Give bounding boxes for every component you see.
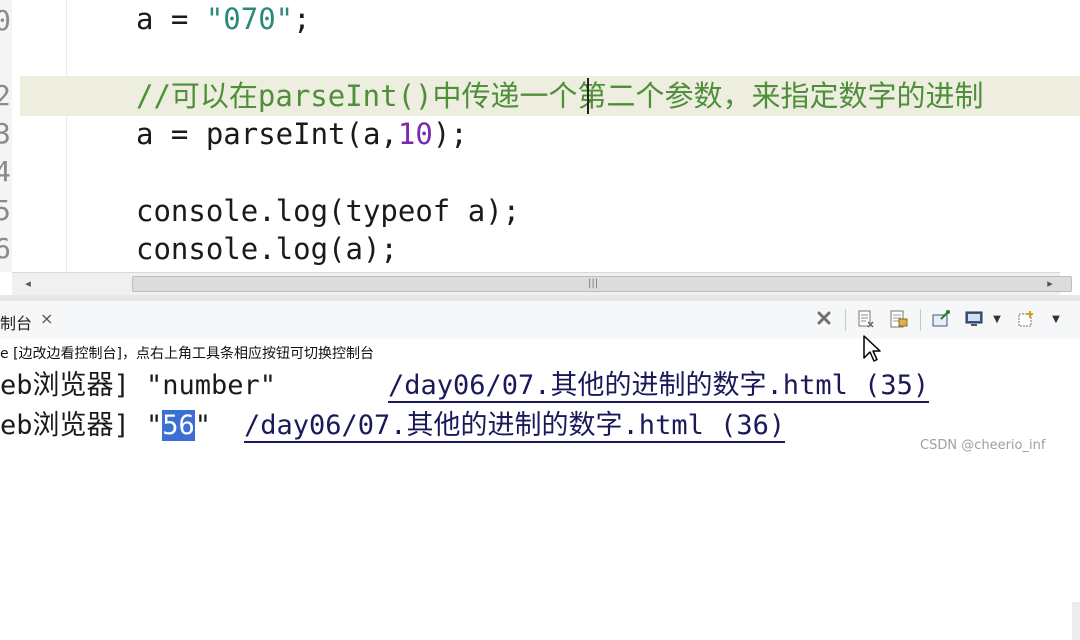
code-token: a = parseInt(a, <box>136 117 398 151</box>
editor-margin-line <box>66 0 67 272</box>
string-literal: "070" <box>205 2 294 36</box>
chevron-down-icon[interactable]: ▼ <box>986 309 1008 331</box>
code-token: ; <box>293 2 311 36</box>
toolbar-separator <box>920 309 921 331</box>
line-number: 5 <box>0 194 11 227</box>
selected-value[interactable]: 56 <box>162 410 195 441</box>
line-number: 0 <box>0 4 11 37</box>
scroll-left-arrow-icon[interactable]: ◂ <box>20 276 36 292</box>
source-link[interactable]: /day06/07.其他的进制的数字.html (36) <box>244 409 786 443</box>
page-icon[interactable] <box>855 309 877 331</box>
code-token: a = <box>136 2 206 36</box>
console-info-text: e [边改边看控制台]，点右上角工具条相应按钮可切换控制台 <box>0 346 374 362</box>
line-number: 4 <box>0 155 11 188</box>
monitor-icon[interactable] <box>963 309 985 331</box>
scrollbar-thumb[interactable]: ||| <box>132 276 1072 292</box>
code-line-log-value[interactable]: console.log(a); <box>136 230 398 268</box>
close-icon[interactable]: ⨯ <box>40 309 53 328</box>
console-info-row: e [边改边看控制台]，点右上角工具条相应按钮可切换控制台 <box>0 339 1080 365</box>
line-number: 3 <box>0 117 11 150</box>
toolbar-separator <box>845 309 846 331</box>
chevron-down-icon[interactable]: ▼ <box>1045 309 1067 331</box>
output-suffix: " <box>194 410 212 441</box>
line-number-gutter: 0 2 3 4 5 6 <box>0 0 12 272</box>
output-prefix: eb浏览器] " <box>0 410 163 441</box>
source-link[interactable]: /day06/07.其他的进制的数字.html (35) <box>388 369 930 403</box>
line-number: 2 <box>0 79 11 112</box>
number-literal: 10 <box>397 117 433 151</box>
pin-icon[interactable] <box>930 309 952 331</box>
console-tab-label[interactable]: 制台 <box>0 310 32 334</box>
horizontal-scrollbar[interactable]: ◂ ||| ▸ <box>12 272 1072 295</box>
console-output-line: eb浏览器] "56" <box>0 409 211 443</box>
mouse-cursor-icon <box>863 335 881 362</box>
code-line-log-typeof[interactable]: console.log(typeof a); <box>136 192 520 230</box>
code-token: ); <box>432 117 468 151</box>
lock-icon[interactable] <box>888 309 910 331</box>
console-output-line: eb浏览器] "number" <box>0 370 277 401</box>
code-line-parseint[interactable]: a = parseInt(a,10); <box>136 115 468 153</box>
scroll-right-arrow-icon[interactable]: ▸ <box>1042 276 1058 292</box>
clear-icon[interactable] <box>813 309 835 331</box>
code-line-comment[interactable]: //可以在parseInt()中传递一个第二个参数，来指定数字的进制 <box>136 77 984 115</box>
comment-text: //可以在parseInt()中传递一个第二个参数，来指定数字的进制 <box>136 79 984 113</box>
toolbar-overflow <box>1072 602 1080 640</box>
new-console-icon[interactable] <box>1016 309 1038 331</box>
code-editor[interactable]: 0 2 3 4 5 6 a = "070"; //可以在parseInt()中传… <box>0 0 1080 272</box>
line-number: 6 <box>0 232 11 265</box>
console-header: 制台 ⨯ ▼ ▼ <box>0 301 1080 640</box>
scrollbar-grip-icon: ||| <box>588 278 599 289</box>
text-caret <box>587 78 589 114</box>
watermark: CSDN @cheerio_inf <box>920 438 1046 453</box>
code-line-assign-string[interactable]: a = "070"; <box>136 0 311 38</box>
